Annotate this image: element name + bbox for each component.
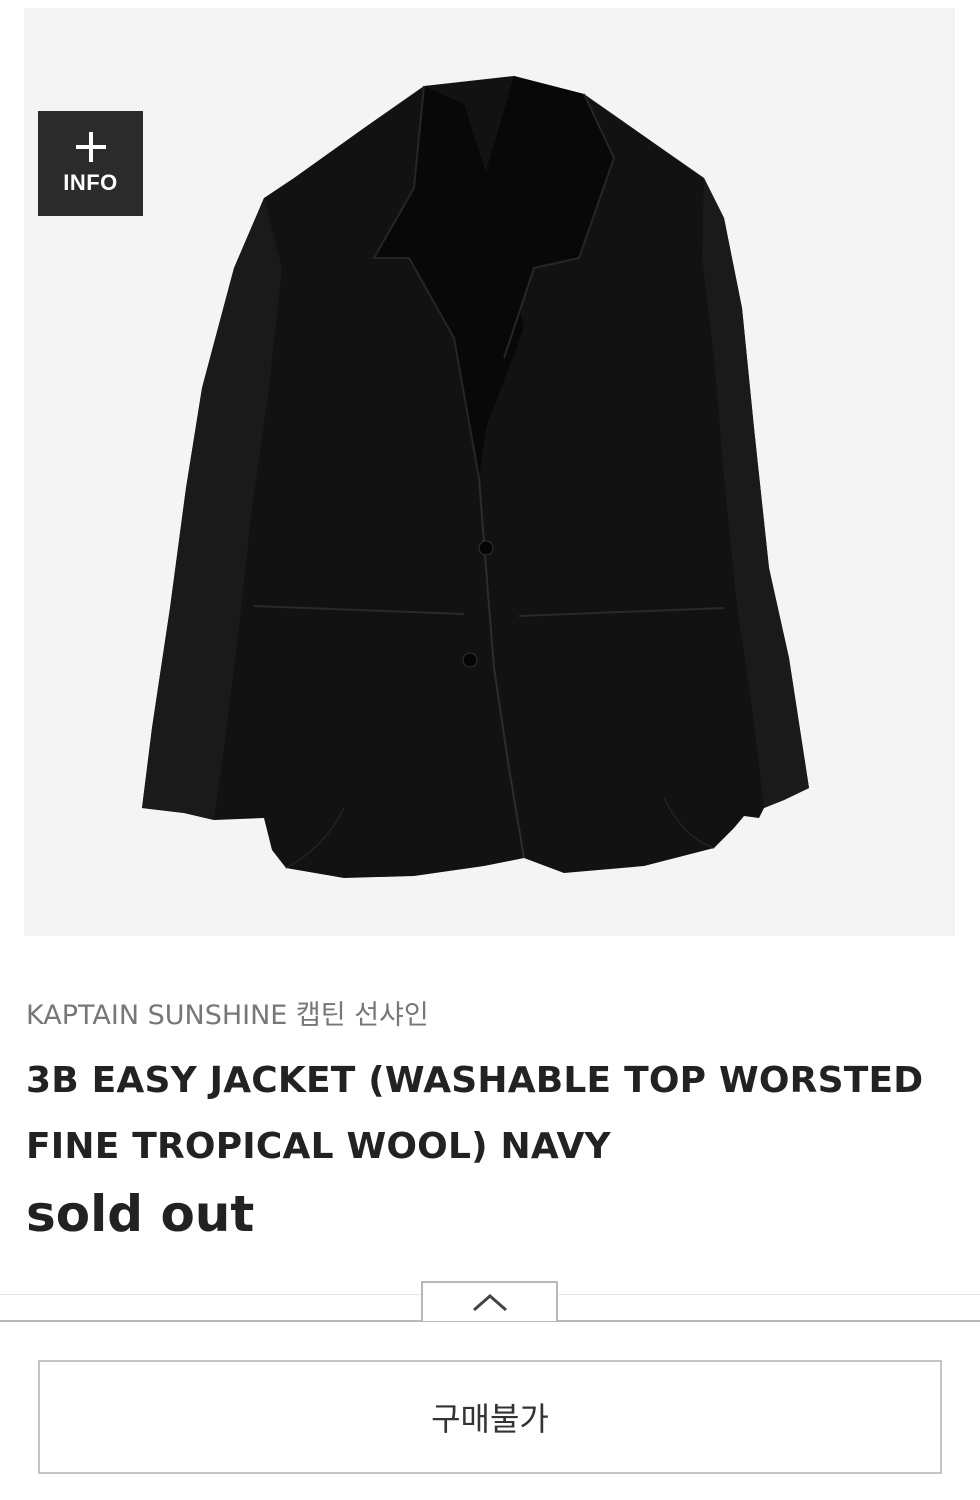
plus-icon: [75, 131, 106, 162]
price-status: sold out: [26, 1185, 255, 1243]
product-image[interactable]: INFO: [24, 8, 955, 936]
brand-name[interactable]: KAPTAIN SUNSHINE 캡틴 선샤인: [26, 993, 429, 1032]
chevron-up-icon: [472, 1294, 507, 1312]
jacket-photo: [142, 76, 809, 878]
info-button-label: INFO: [63, 169, 118, 195]
info-button[interactable]: INFO: [38, 111, 143, 216]
purchase-button[interactable]: 구매불가: [38, 1360, 942, 1474]
product-title: 3B EASY JACKET (WASHABLE TOP WORSTED FIN…: [26, 1060, 924, 1167]
collapse-toggle-button[interactable]: [421, 1281, 558, 1321]
